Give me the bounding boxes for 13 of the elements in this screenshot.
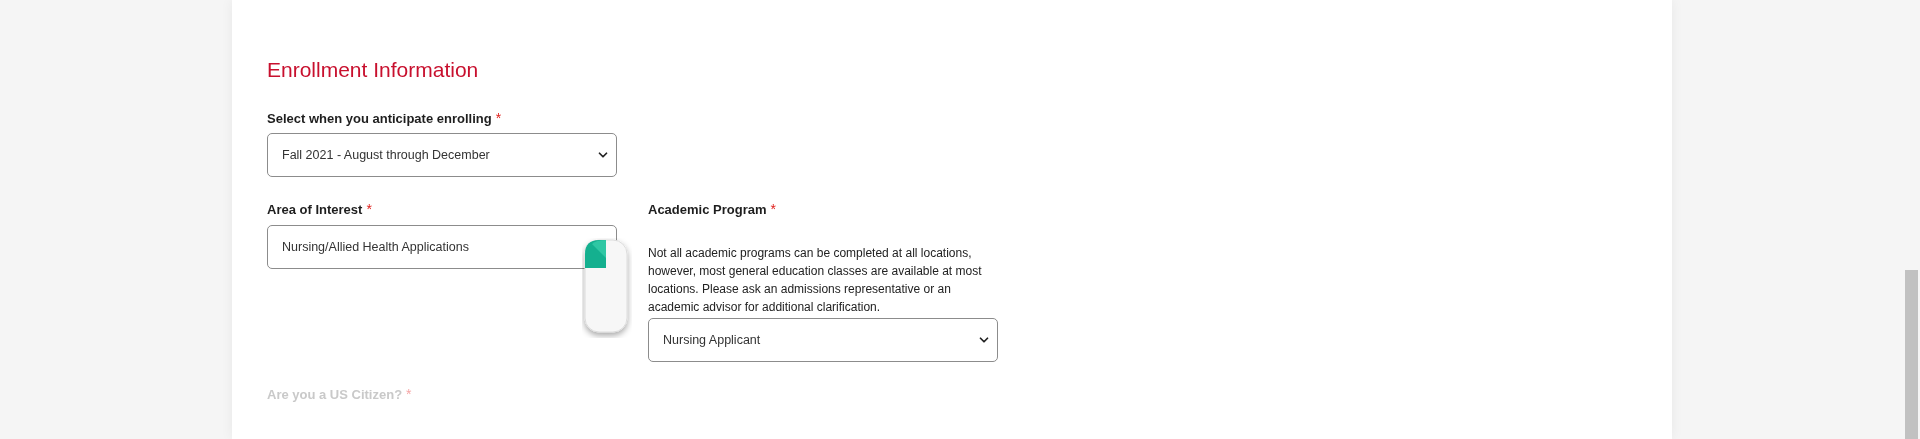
scrollbar-thumb[interactable] <box>1905 270 1918 439</box>
field-label: Select when you anticipate enrolling <box>267 110 492 128</box>
required-asterisk: * <box>366 200 372 219</box>
select-field[interactable]: Nursing/Allied Health Applications <box>267 225 617 269</box>
select-field[interactable]: Fall 2021 - August through December <box>267 133 617 177</box>
required-asterisk: * <box>495 109 502 128</box>
required-asterisk: * <box>406 385 412 404</box>
section-title: Enrollment Information <box>267 57 480 83</box>
select-field[interactable]: Nursing Applicant <box>648 318 998 362</box>
field-label: Area of Interest <box>267 201 363 219</box>
required-asterisk: * <box>770 200 776 219</box>
program-note: Not all academic programs can be completed at all locations, however, most general education classes are available at most locations. Please ask an admissions representative or an academic advisor for additional clarification. <box>648 245 983 316</box>
field-label: Academic Program <box>648 201 767 219</box>
